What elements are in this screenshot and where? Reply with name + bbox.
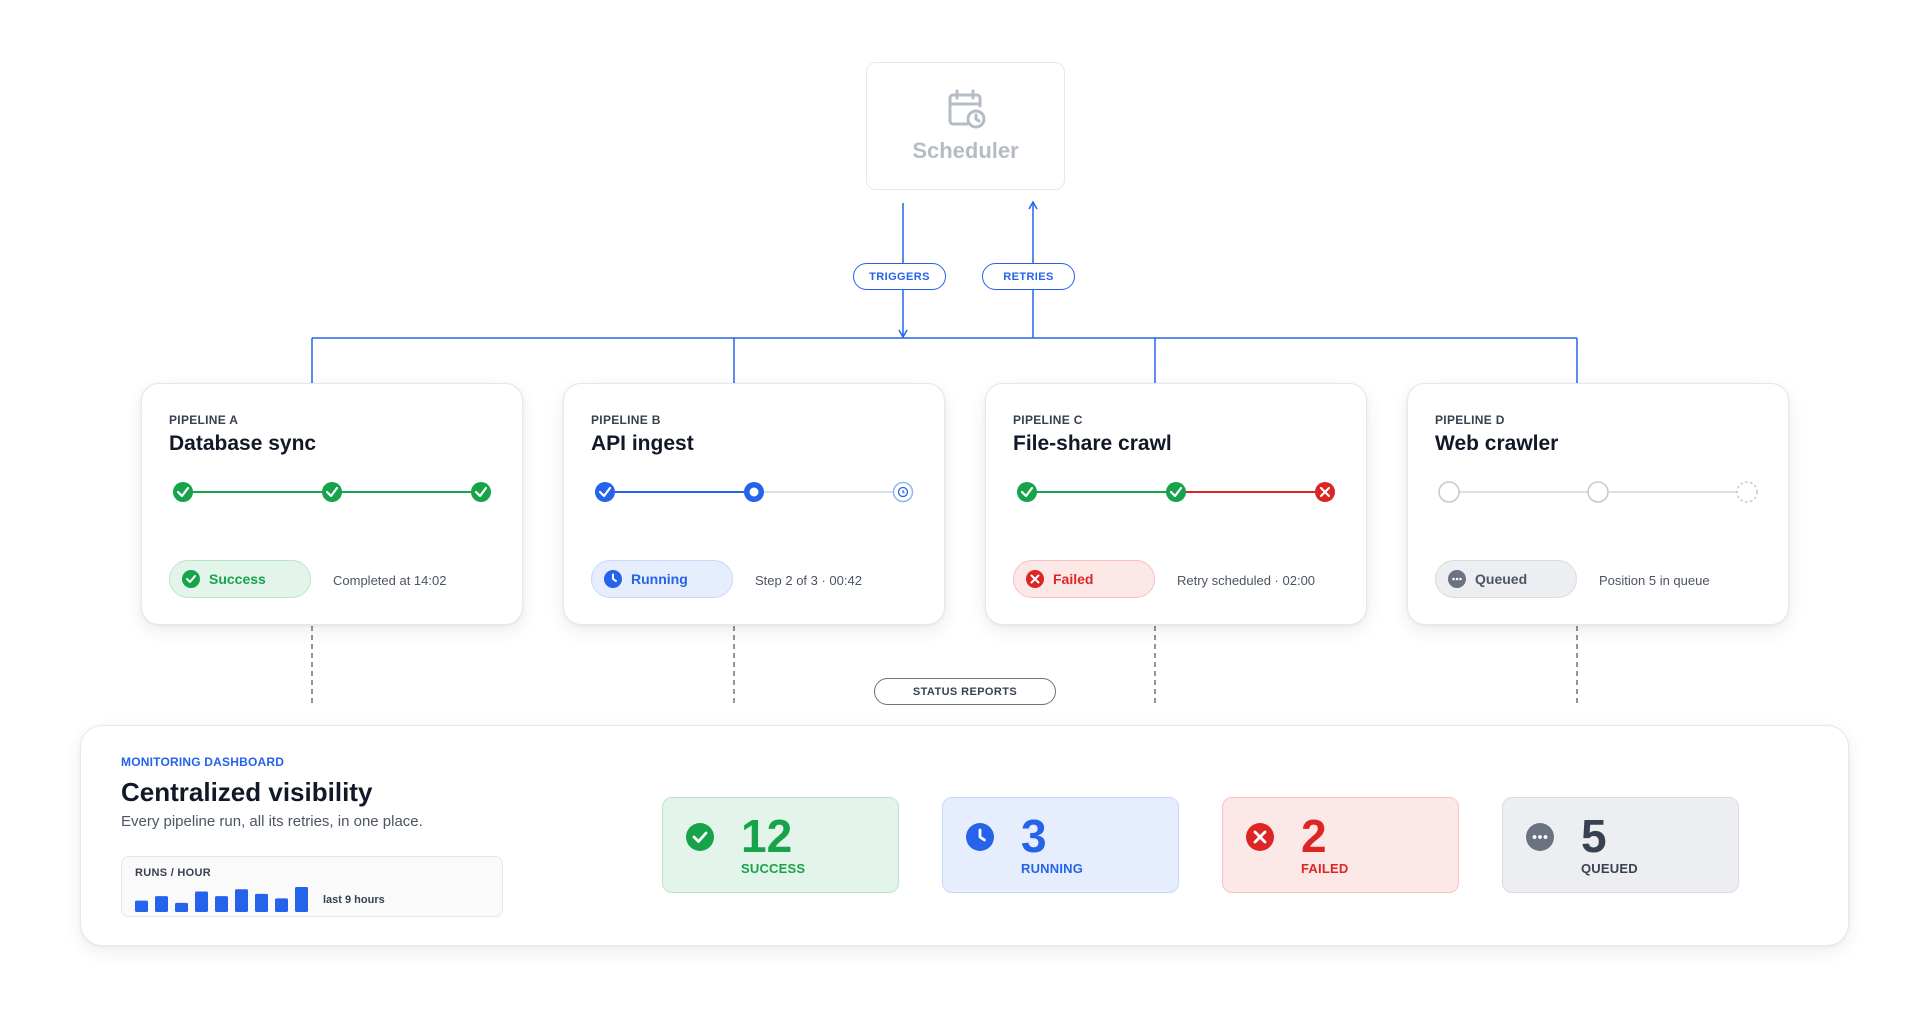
step-done-icon — [595, 482, 615, 502]
step-done-icon — [322, 482, 342, 502]
pipeline-kicker: PIPELINE C — [1013, 413, 1083, 427]
stat-label: QUEUED — [1581, 861, 1638, 876]
pipeline-architecture-diagram: Scheduler TRIGGERS RETRIES STATUS REPORT… — [0, 0, 1920, 1025]
stat-label: SUCCESS — [741, 861, 806, 876]
step-pending-clock-icon — [892, 481, 914, 503]
runs-bar — [175, 902, 188, 912]
clock-icon — [966, 823, 994, 851]
step-waiting-icon — [1587, 481, 1609, 503]
status-label: Queued — [1475, 571, 1528, 587]
retries-arrowhead — [1028, 200, 1038, 210]
x-circle-icon — [1026, 570, 1044, 588]
ellipsis-circle-icon — [1526, 823, 1554, 851]
runs-label: RUNS / HOUR — [135, 867, 212, 879]
pipeline-title: API ingest — [591, 432, 694, 455]
pipeline-kicker: PIPELINE A — [169, 413, 239, 427]
pipeline-card-c[interactable]: PIPELINE C File-share crawl Failed Retry… — [985, 383, 1367, 625]
runs-per-hour-sparkline: RUNS / HOUR last 9 hours — [121, 856, 503, 917]
runs-bar — [135, 900, 148, 912]
runs-note: last 9 hours — [323, 894, 385, 906]
runs-bar — [255, 893, 268, 912]
step-done-icon — [1017, 482, 1037, 502]
stat-label: FAILED — [1301, 861, 1349, 876]
status-badge: Running — [591, 560, 733, 598]
monitoring-dashboard: MONITORING DASHBOARD Centralized visibil… — [80, 725, 1849, 946]
pipeline-title: File-share crawl — [1013, 432, 1172, 455]
pipeline-title: Database sync — [169, 432, 317, 455]
dashboard-subtitle: Every pipeline run, all its retries, in … — [121, 813, 423, 830]
ellipsis-circle-icon — [1448, 570, 1466, 588]
status-meta: Step 2 of 3 · 00:42 — [755, 573, 862, 588]
retries-tag: RETRIES — [982, 263, 1075, 290]
step-done-icon — [173, 482, 193, 502]
pipeline-card-d[interactable]: PIPELINE D Web crawler Queued Position 5… — [1407, 383, 1789, 625]
runs-bar-chart — [135, 887, 308, 912]
step-done-icon — [471, 482, 491, 502]
pipeline-title: Web crawler — [1435, 432, 1559, 455]
runs-bar — [295, 887, 308, 912]
step-failed-icon — [1315, 482, 1335, 502]
runs-bar — [215, 896, 228, 912]
check-circle-icon — [686, 823, 714, 851]
status-reports-tag: STATUS REPORTS — [874, 678, 1056, 705]
runs-bar — [155, 896, 168, 912]
dashboard-kicker: MONITORING DASHBOARD — [121, 755, 285, 769]
dashboard-title: Centralized visibility — [121, 777, 373, 807]
step-track — [1438, 481, 1758, 503]
stat-value: 2 — [1301, 810, 1327, 862]
pipeline-kicker: PIPELINE B — [591, 413, 661, 427]
clock-icon — [604, 570, 622, 588]
step-track — [173, 482, 491, 502]
step-waiting-icon — [1438, 481, 1460, 503]
runs-bar — [195, 891, 208, 912]
status-label: Success — [209, 571, 266, 587]
step-done-icon — [1166, 482, 1186, 502]
status-meta: Completed at 14:02 — [333, 573, 447, 588]
stat-card-queued: 5 QUEUED — [1502, 797, 1739, 893]
status-label: Running — [631, 571, 688, 587]
stat-card-success: 12 SUCCESS — [662, 797, 899, 893]
triggers-arrowhead — [898, 329, 908, 339]
pipeline-card-b[interactable]: PIPELINE B API ingest Running Step 2 of … — [563, 383, 945, 625]
step-track — [595, 481, 914, 503]
status-label: Failed — [1053, 571, 1094, 587]
calendar-clock-icon — [948, 89, 985, 129]
status-badge: Queued — [1435, 560, 1577, 598]
pipeline-card-a[interactable]: PIPELINE A Database sync Success Complet… — [141, 383, 523, 625]
status-meta: Retry scheduled · 02:00 — [1177, 573, 1316, 588]
pipeline-kicker: PIPELINE D — [1435, 413, 1505, 427]
runs-bar — [275, 898, 288, 912]
stat-label: RUNNING — [1021, 861, 1084, 876]
stat-card-failed: 2 FAILED — [1222, 797, 1459, 893]
stat-card-running: 3 RUNNING — [942, 797, 1179, 893]
status-badge: Success — [169, 560, 311, 598]
status-meta: Position 5 in queue — [1599, 573, 1710, 588]
status-badge: Failed — [1013, 560, 1155, 598]
stat-value: 3 — [1021, 810, 1047, 862]
step-waiting-dashed-icon — [1736, 481, 1758, 503]
step-track — [1017, 482, 1335, 502]
stat-value: 5 — [1581, 810, 1607, 862]
stat-value: 12 — [741, 810, 793, 862]
x-circle-icon — [1246, 823, 1274, 851]
triggers-tag: TRIGGERS — [853, 263, 946, 290]
step-active-icon — [744, 482, 764, 502]
scheduler-node: Scheduler — [866, 62, 1065, 190]
scheduler-label: Scheduler — [912, 138, 1019, 163]
runs-bar — [235, 889, 248, 912]
check-circle-icon — [182, 570, 200, 588]
